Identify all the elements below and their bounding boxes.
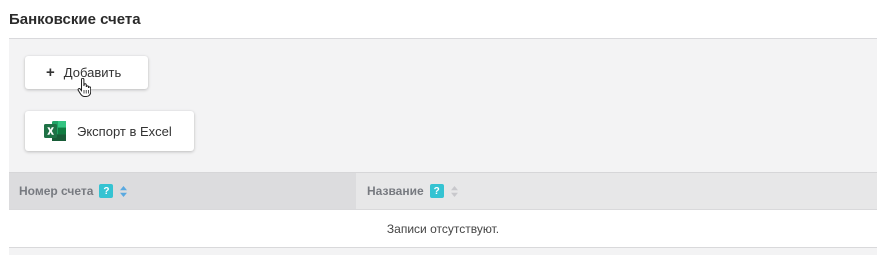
plus-icon: +	[46, 64, 55, 81]
hand-cursor-icon	[77, 78, 91, 97]
export-button-label: Экспорт в Excel	[77, 123, 172, 139]
sort-icon[interactable]	[120, 185, 128, 197]
help-icon[interactable]: ?	[429, 184, 444, 198]
help-icon[interactable]: ?	[99, 184, 114, 198]
empty-table-row: Записи отсутствуют.	[9, 210, 877, 248]
empty-message: Записи отсутствуют.	[386, 221, 500, 236]
column-label-account-number: Номер счета	[19, 184, 94, 198]
column-header-account-number[interactable]: Номер счета ?	[9, 173, 356, 209]
export-excel-button[interactable]: Экспорт в Excel	[25, 111, 194, 151]
sort-icon[interactable]	[450, 185, 458, 197]
table-footer	[9, 248, 877, 255]
table-header: Номер счета ? Название ?	[9, 172, 877, 210]
add-button-label: Добавить	[63, 65, 122, 80]
toolbar: + Добавить Экспорт в Excel	[9, 38, 877, 172]
excel-icon	[44, 121, 66, 141]
section-title: Банковские счета	[9, 11, 141, 28]
column-label-name: Название	[367, 184, 424, 198]
bank-accounts-page: Банковские счета + Добавить Экспорт в Ex…	[0, 0, 883, 255]
column-header-name[interactable]: Название ?	[356, 173, 877, 209]
